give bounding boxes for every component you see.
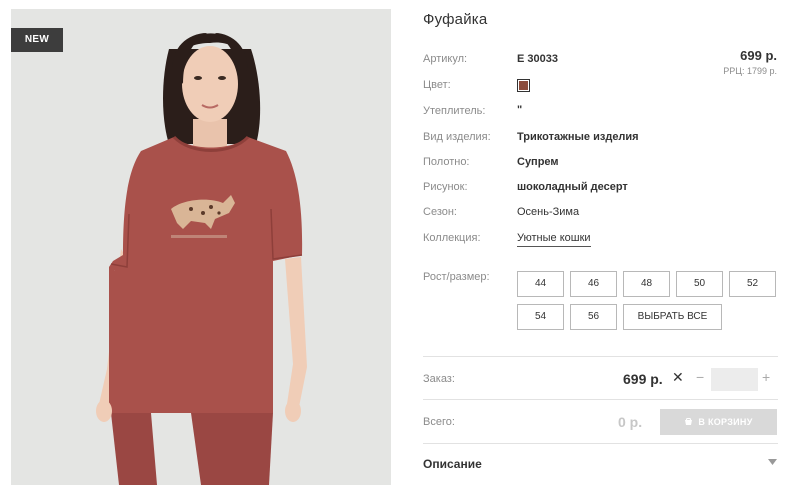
color-swatch-fill (519, 81, 528, 90)
select-all-sizes-button[interactable]: ВЫБРАТЬ ВСЕ (623, 304, 722, 330)
season-value: Осень-Зима (517, 206, 580, 218)
insulation-value: " (517, 104, 523, 116)
chevron-down-icon[interactable] (768, 459, 777, 465)
divider-description (423, 443, 778, 444)
type-label: Вид изделия: (423, 131, 491, 143)
type-value: Трикотажные изделия (517, 131, 639, 143)
size-label: Рост/размер: (423, 271, 490, 283)
fabric-label: Полотно: (423, 156, 470, 168)
collection-label: Коллекция: (423, 232, 481, 244)
article-label: Артикул: (423, 53, 468, 65)
quantity-input[interactable] (711, 368, 758, 391)
collection-link[interactable]: Уютные кошки (517, 232, 591, 247)
size-52-button[interactable]: 52 (729, 271, 776, 297)
divider-order (423, 356, 778, 357)
pattern-value: шоколадный десерт (517, 181, 628, 193)
new-badge: NEW (11, 28, 63, 52)
pattern-label: Рисунок: (423, 181, 468, 193)
total-value: 0 р. (618, 414, 643, 430)
cart-icon (685, 417, 693, 425)
product-price: 699 р. (740, 48, 777, 63)
product-image[interactable]: NEW (11, 9, 391, 485)
size-54-button[interactable]: 54 (517, 304, 564, 330)
size-56-button[interactable]: 56 (570, 304, 617, 330)
product-photo-illustration (96, 33, 307, 485)
size-44-button[interactable]: 44 (517, 271, 564, 297)
color-label: Цвет: (423, 79, 451, 91)
size-50-button[interactable]: 50 (676, 271, 723, 297)
size-48-button[interactable]: 48 (623, 271, 670, 297)
total-label: Всего: (423, 416, 455, 428)
plus-icon[interactable]: + (762, 369, 770, 385)
season-label: Сезон: (423, 206, 457, 218)
article-value: Е 30033 (517, 53, 558, 65)
size-46-button[interactable]: 46 (570, 271, 617, 297)
recommended-retail-price: РРЦ: 1799 р. (723, 66, 777, 76)
description-toggle[interactable]: Описание (423, 457, 482, 471)
order-label: Заказ: (423, 373, 455, 385)
order-price: 699 р. (623, 371, 663, 387)
add-to-cart-label: В КОРЗИНУ (698, 417, 753, 427)
divider-total (423, 399, 778, 400)
times-icon: ✕ (672, 369, 684, 385)
add-to-cart-button[interactable]: В КОРЗИНУ (660, 409, 777, 435)
insulation-label: Утеплитель: (423, 105, 486, 117)
color-swatch[interactable] (517, 79, 530, 92)
product-title: Фуфайка (423, 11, 488, 28)
minus-icon[interactable]: − (696, 369, 704, 385)
fabric-value: Супрем (517, 156, 559, 168)
